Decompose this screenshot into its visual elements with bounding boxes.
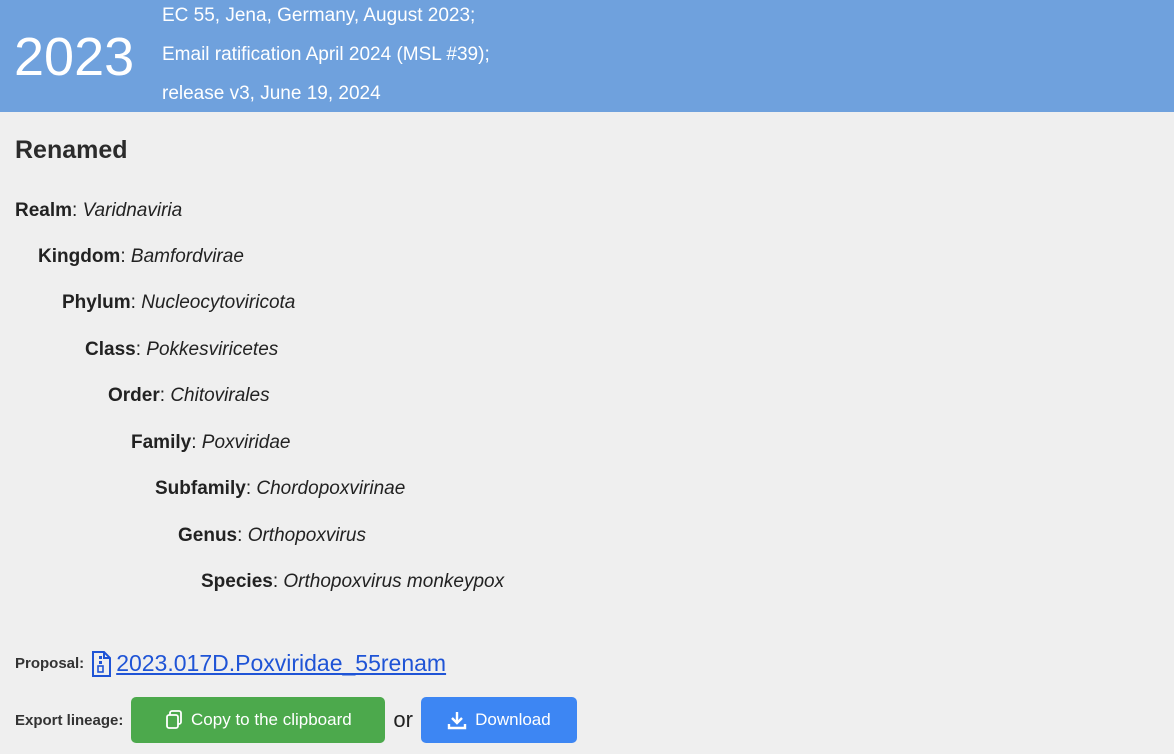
export-lineage-label: Export lineage: <box>15 711 124 729</box>
lineage-phylum: Phylum: Nucleocytoviricota <box>62 292 296 313</box>
rank-name: Order <box>108 385 160 406</box>
rank-name: Realm <box>15 200 73 221</box>
lineage-kingdom: Kingdom: Bamfordvirae <box>38 246 244 267</box>
lineage-subfamily: Subfamily: Chordopoxvirinae <box>155 478 406 499</box>
rank-name: Kingdom <box>38 246 121 267</box>
change-type-heading: Renamed <box>15 136 128 164</box>
download-icon <box>447 712 467 730</box>
proposal-link[interactable]: 2023.017D.Poxviridae_55renam <box>116 650 446 677</box>
export-lineage-row: Export lineage: Copy to the clipboard or… <box>15 697 577 743</box>
proposal-label: Proposal: <box>15 655 85 672</box>
copy-button-label: Copy to the clipboard <box>191 710 352 729</box>
copy-to-clipboard-button[interactable]: Copy to the clipboard <box>131 697 386 743</box>
release-year: 2023 <box>14 27 135 87</box>
taxon-name: Chordopoxvirinae <box>256 478 406 499</box>
lineage-order: Order: Chitovirales <box>108 385 270 406</box>
download-button[interactable]: Download <box>420 697 577 743</box>
rank-name: Genus <box>178 525 238 546</box>
release-header: 2023 EC 55, Jena, Germany, August 2023; … <box>0 0 1174 112</box>
taxon-name: Nucleocytoviricota <box>141 292 296 313</box>
lineage-realm: Realm: Varidnaviria <box>15 200 183 221</box>
taxon-name: Orthopoxvirus <box>247 525 366 546</box>
rank-name: Species <box>201 571 273 592</box>
release-ratification: Email ratification April 2024 (MSL #39); <box>162 44 490 65</box>
lineage-family: Family: Poxviridae <box>131 432 291 453</box>
rank-name: Class <box>85 339 136 360</box>
taxon-name: Chitovirales <box>170 385 270 406</box>
taxon-name: Orthopoxvirus monkeypox <box>283 571 505 592</box>
taxon-name: Poxviridae <box>201 432 291 453</box>
rank-name: Subfamily <box>155 478 246 499</box>
proposal-row: Proposal: 2023.017D.Poxviridae_55renam <box>15 650 446 677</box>
clipboard-icon <box>166 710 182 729</box>
or-separator: or <box>393 707 413 732</box>
release-meeting: EC 55, Jena, Germany, August 2023; <box>162 5 476 26</box>
release-version: release v3, June 19, 2024 <box>162 83 381 104</box>
rank-name: Phylum <box>62 292 131 313</box>
taxon-name: Pokkesviricetes <box>146 339 279 360</box>
lineage-species: Species: Orthopoxvirus monkeypox <box>201 571 505 592</box>
taxon-name: Varidnaviria <box>82 200 183 221</box>
lineage-genus: Genus: Orthopoxvirus <box>178 525 366 546</box>
file-zip-icon[interactable] <box>90 650 112 677</box>
download-button-label: Download <box>475 710 551 729</box>
rank-name: Family <box>131 432 192 453</box>
taxon-name: Bamfordvirae <box>130 246 244 267</box>
lineage-class: Class: Pokkesviricetes <box>85 339 279 360</box>
